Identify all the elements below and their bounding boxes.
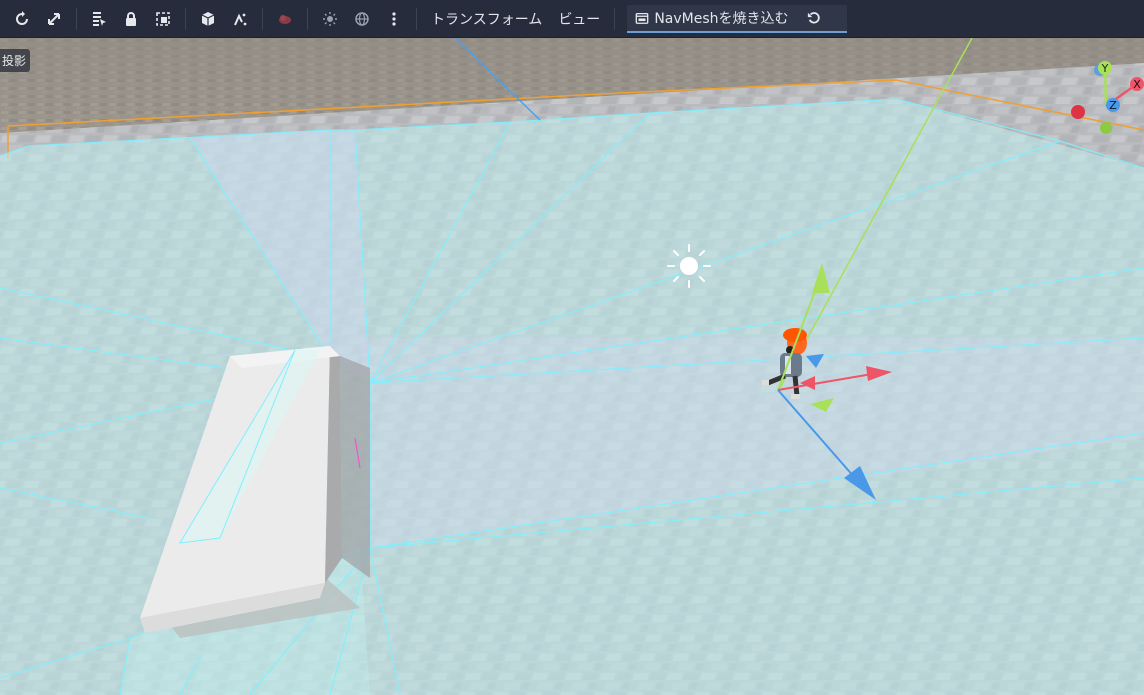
snap-button[interactable] xyxy=(226,5,254,33)
environment-button[interactable] xyxy=(271,5,299,33)
lock-button[interactable] xyxy=(117,5,145,33)
scale-icon xyxy=(48,12,60,25)
gizmo-neg-y-dot[interactable] xyxy=(1100,122,1112,134)
more-icon xyxy=(392,11,396,26)
transform-menu[interactable]: トランスフォーム xyxy=(423,5,550,33)
orientation-gizmo[interactable]: Y X Z xyxy=(1062,58,1144,138)
rotate-tool-button[interactable] xyxy=(8,5,36,33)
toolbar-separator xyxy=(185,7,186,30)
gizmo-x-label: X xyxy=(1133,78,1141,91)
lock-icon xyxy=(126,11,136,26)
toolbar-separator xyxy=(307,7,308,30)
environment-icon xyxy=(279,14,291,24)
sun-preview-button[interactable] xyxy=(316,5,344,33)
toolbar-separator xyxy=(76,7,77,30)
3d-viewport[interactable]: 投影 Y X Z xyxy=(0,38,1144,695)
editor-toolbar: トランスフォーム ビュー NavMeshを焼き込む xyxy=(0,0,1144,38)
bake-navmesh-label: NavMeshを焼き込む xyxy=(654,10,789,27)
cube-icon xyxy=(201,11,215,26)
list-select-button[interactable] xyxy=(85,5,113,33)
gizmo-z-label: Z xyxy=(1109,99,1117,112)
gizmo-neg-x-dot[interactable] xyxy=(1071,105,1085,119)
environment-preview-button[interactable] xyxy=(348,5,376,33)
view-menu[interactable]: ビュー xyxy=(550,5,608,33)
sun-icon xyxy=(323,11,337,26)
snap-icon xyxy=(234,13,247,25)
group-button[interactable] xyxy=(149,5,177,33)
rotate-icon xyxy=(16,10,28,25)
projection-label[interactable]: 投影 xyxy=(0,49,31,72)
bake-navmesh-button[interactable]: NavMeshを焼き込む xyxy=(627,4,847,33)
local-space-button[interactable] xyxy=(194,5,222,33)
toolbar-separator xyxy=(416,7,417,30)
toolbar-separator xyxy=(614,7,616,30)
revert-icon[interactable] xyxy=(807,11,821,25)
globe-icon xyxy=(355,11,369,26)
group-icon xyxy=(156,11,170,26)
toolbar-separator xyxy=(262,7,263,30)
scene-render xyxy=(0,38,1144,695)
bake-icon xyxy=(635,12,649,24)
scale-tool-button[interactable] xyxy=(40,5,68,33)
more-options-button[interactable] xyxy=(380,5,408,33)
list-select-icon xyxy=(93,11,106,26)
gizmo-y-label: Y xyxy=(1101,62,1109,75)
